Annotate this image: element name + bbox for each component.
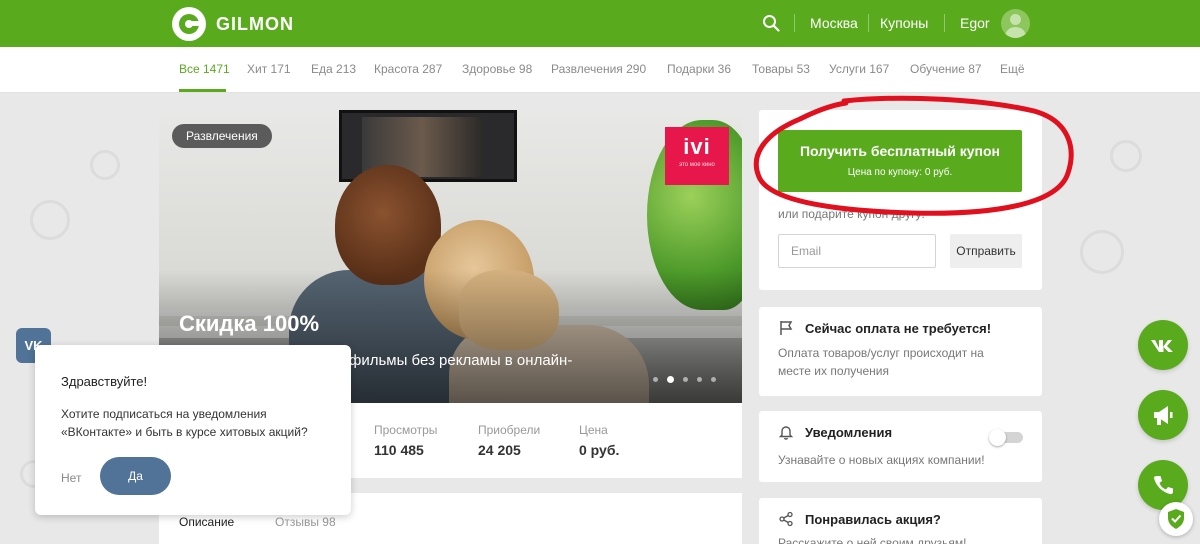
- category-hit[interactable]: Хит 171: [247, 62, 291, 76]
- top-header: GILMON Москва Купоны Egor: [0, 0, 1200, 47]
- coupons-link[interactable]: Купоны: [880, 15, 928, 31]
- category-beauty[interactable]: Красота 287: [374, 62, 442, 76]
- purchased-value: 24 205: [478, 442, 521, 458]
- coupon-price: Цена по купону: 0 руб.: [847, 167, 953, 178]
- vk-share-button[interactable]: [1138, 320, 1188, 370]
- share-card: Понравилась акция? Расскажите о ней свои…: [759, 498, 1042, 544]
- tab-reviews[interactable]: Отзывы 98: [275, 515, 336, 529]
- slider-dot[interactable]: [653, 377, 658, 382]
- security-shield-badge[interactable]: [1159, 502, 1193, 536]
- notifications-text: Узнавайте о новых акциях компании!: [778, 453, 985, 467]
- category-gifts[interactable]: Подарки 36: [667, 62, 731, 76]
- flag-icon: [780, 321, 793, 335]
- payment-text: Оплата товаров/услуг происходит на месте…: [778, 346, 984, 378]
- header-divider: [868, 14, 869, 32]
- user-name[interactable]: Egor: [960, 15, 990, 31]
- avatar[interactable]: [1001, 9, 1030, 38]
- active-category-underline: [179, 89, 226, 92]
- coupon-card: Получить бесплатный купон Цена по купону…: [759, 110, 1042, 290]
- category-entertainment[interactable]: Развлечения 290: [551, 62, 646, 76]
- shield-icon: [1168, 509, 1184, 529]
- popup-text: Хотите подписаться на уведомления «ВКонт…: [61, 407, 308, 439]
- slider-dot[interactable]: [697, 377, 702, 382]
- views-value: 110 485: [374, 442, 424, 458]
- purchased-label: Приобрели: [478, 423, 541, 437]
- category-goods[interactable]: Товары 53: [752, 62, 810, 76]
- notifications-card: Уведомления Узнавайте о новых акциях ком…: [759, 411, 1042, 482]
- header-divider: [944, 14, 945, 32]
- vk-subscribe-popup: Здравствуйте! Хотите подписаться на увед…: [35, 345, 351, 515]
- category-health[interactable]: Здоровье 98: [462, 62, 532, 76]
- category-badge[interactable]: Развлечения: [172, 124, 272, 148]
- category-food[interactable]: Еда 213: [311, 62, 356, 76]
- category-all[interactable]: Все 1471: [179, 62, 230, 76]
- email-field[interactable]: [778, 234, 936, 268]
- slider-dot[interactable]: [711, 377, 716, 382]
- category-more[interactable]: Ещё: [1000, 62, 1025, 76]
- views-label: Просмотры: [374, 423, 438, 437]
- ivi-logo: ivi это моё кино: [665, 127, 729, 185]
- logo[interactable]: GILMON: [172, 7, 294, 41]
- slider-dots: [653, 376, 716, 383]
- search-icon[interactable]: [762, 14, 780, 32]
- background-doodle: [90, 150, 120, 180]
- popup-no-button[interactable]: Нет: [61, 471, 81, 485]
- popup-yes-button[interactable]: Да: [100, 457, 171, 495]
- slider-dot[interactable]: [683, 377, 688, 382]
- share-icon[interactable]: [778, 511, 794, 527]
- price-label: Цена: [579, 423, 608, 437]
- megaphone-icon: [1154, 406, 1173, 425]
- category-services[interactable]: Услуги 167: [829, 62, 889, 76]
- send-button[interactable]: Отправить: [950, 234, 1022, 268]
- logo-text: GILMON: [216, 13, 294, 34]
- background-doodle: [30, 200, 70, 240]
- discount-title: Скидка 100%: [179, 311, 320, 336]
- deal-description: фильмы без рекламы в онлайн-: [349, 352, 573, 369]
- bell-icon: [778, 426, 794, 440]
- popup-title: Здравствуйте!: [61, 374, 148, 389]
- gift-text: или подарите купон другу:: [778, 207, 925, 221]
- get-coupon-button[interactable]: Получить бесплатный купон Цена по купону…: [778, 130, 1022, 192]
- share-text: Расскажите о ней своим друзьям!: [778, 536, 967, 544]
- gilmon-logo-icon: [172, 7, 206, 41]
- vk-icon: [1151, 340, 1173, 352]
- payment-title: Сейчас оплата не требуется!: [805, 321, 992, 336]
- city-selector[interactable]: Москва: [810, 15, 858, 31]
- payment-card: Сейчас оплата не требуется! Оплата товар…: [759, 307, 1042, 396]
- ivi-logo-tagline: это моё кино: [679, 162, 715, 168]
- share-title: Понравилась акция?: [805, 512, 941, 527]
- get-coupon-title: Получить бесплатный купон: [799, 143, 1001, 159]
- slider-dot-active[interactable]: [667, 376, 674, 383]
- ivi-logo-word: ivi: [683, 134, 711, 159]
- category-bar: Все 1471 Хит 171 Еда 213 Красота 287 Здо…: [0, 47, 1200, 93]
- tab-description[interactable]: Описание: [179, 515, 234, 529]
- header-divider: [794, 14, 795, 32]
- price-value: 0 руб.: [579, 442, 620, 458]
- background-doodle: [1080, 230, 1124, 274]
- background-doodle: [1110, 140, 1142, 172]
- category-education[interactable]: Обучение 87: [910, 62, 982, 76]
- notifications-title: Уведомления: [805, 425, 893, 440]
- megaphone-button[interactable]: [1138, 390, 1188, 440]
- notifications-toggle[interactable]: [989, 429, 1023, 446]
